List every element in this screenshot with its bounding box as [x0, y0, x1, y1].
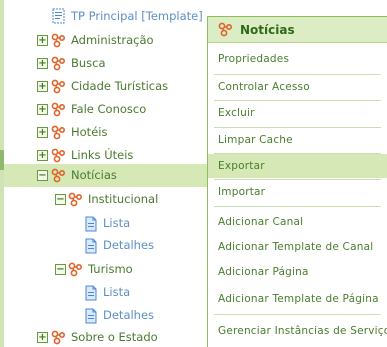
page-icon — [83, 216, 99, 232]
page-icon — [83, 308, 99, 324]
expand-toggle-icon[interactable]: + — [37, 35, 48, 46]
page-icon — [83, 285, 99, 301]
tree-node-label: Cidade Turísticas — [71, 79, 169, 93]
menu-item-limpar-cache[interactable]: Limpar Cache — [208, 128, 387, 152]
tree-node-label: Administração — [71, 33, 154, 47]
menu-item-adicionar-template-pagina[interactable]: Adicionar Template de Página — [208, 287, 387, 311]
expand-toggle-icon[interactable]: + — [37, 332, 48, 343]
tree-node-label: Detalhes — [103, 238, 155, 252]
expand-toggle-icon[interactable]: + — [37, 150, 48, 161]
tree-node-label: Fale Conosco — [71, 102, 147, 116]
channel-icon — [68, 262, 84, 278]
expand-toggle-icon[interactable]: + — [37, 127, 48, 138]
menu-item-propriedades[interactable]: Propriedades — [208, 47, 387, 71]
channel-icon — [51, 148, 67, 164]
template-page-icon — [51, 8, 67, 24]
menu-item-importar[interactable]: Importar — [208, 180, 387, 204]
menu-item-adicionar-canal[interactable]: Adicionar Canal — [208, 210, 387, 234]
menu-item-adicionar-pagina[interactable]: Adicionar Página — [208, 260, 387, 284]
expand-toggle-icon[interactable]: + — [37, 104, 48, 115]
menu-item-gerenciar-instancias-servico[interactable]: Gerenciar Instâncias de Serviço — [208, 319, 387, 343]
tree-node-label: Turismo — [88, 262, 133, 276]
tree-node-label: Notícias — [71, 168, 117, 182]
channel-icon — [51, 33, 67, 49]
context-menu: Notícias Propriedades Controlar Acesso E… — [207, 16, 387, 347]
tree-node-label: Institucional — [88, 192, 159, 206]
collapse-toggle-icon[interactable]: − — [55, 264, 66, 275]
channel-icon — [51, 330, 67, 346]
expand-toggle-icon[interactable]: + — [37, 81, 48, 92]
channel-icon — [51, 79, 67, 95]
menu-item-exportar[interactable]: Exportar — [208, 154, 387, 178]
menu-item-adicionar-template-canal[interactable]: Adicionar Template de Canal — [208, 235, 387, 259]
tree-node-label: Hotéis — [71, 125, 108, 139]
channel-icon — [51, 168, 67, 184]
page-icon — [83, 238, 99, 254]
tree-node-label: Lista — [103, 285, 131, 299]
context-menu-title: Notícias — [240, 22, 295, 37]
tree-node-label: Lista — [103, 216, 131, 230]
channel-icon — [51, 102, 67, 118]
channel-icon — [218, 22, 234, 38]
context-menu-header: Notícias — [208, 17, 387, 43]
tree-node-label: TP Principal [Template] — [71, 9, 203, 23]
menu-separator — [214, 314, 381, 315]
expand-toggle-icon[interactable]: + — [37, 58, 48, 69]
menu-item-excluir[interactable]: Excluir — [208, 101, 387, 125]
tree-node-label: Links Úteis — [71, 148, 134, 162]
menu-item-controlar-acesso[interactable]: Controlar Acesso — [208, 75, 387, 99]
tree-node-label: Sobre o Estado — [71, 330, 158, 344]
tree-node-label: Busca — [71, 56, 106, 70]
channel-icon — [51, 125, 67, 141]
tree-node-label: Detalhes — [103, 308, 155, 322]
collapse-toggle-icon[interactable]: − — [55, 194, 66, 205]
channel-icon — [51, 56, 67, 72]
channel-icon — [68, 192, 84, 208]
collapse-toggle-icon[interactable]: − — [37, 170, 48, 181]
menu-separator — [214, 206, 381, 207]
